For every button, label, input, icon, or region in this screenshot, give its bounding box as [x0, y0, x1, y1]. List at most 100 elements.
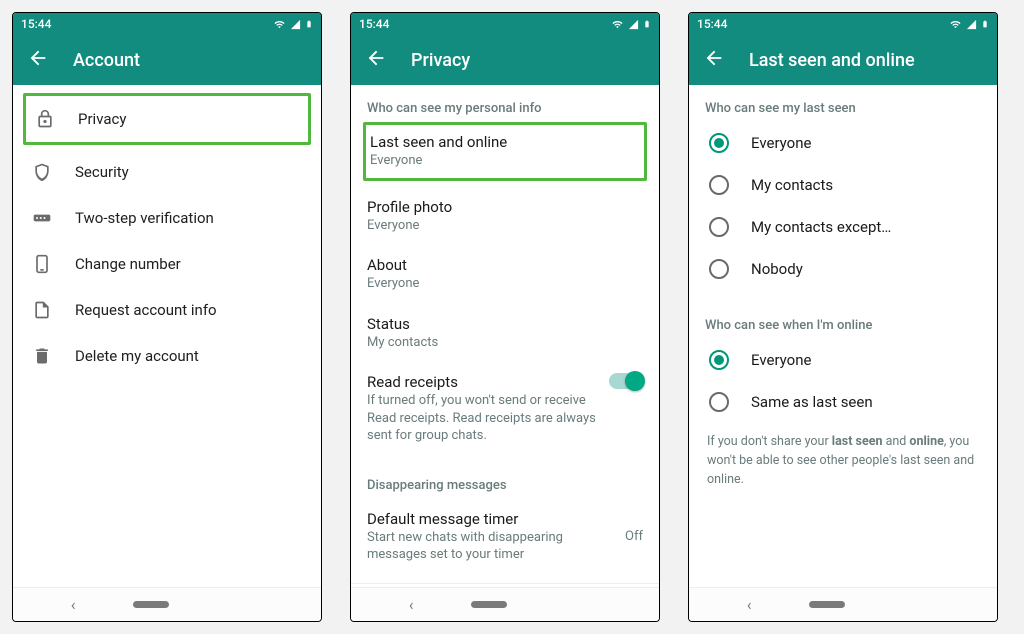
account-item-delete[interactable]: Delete my account: [13, 333, 321, 379]
radio-icon: [709, 392, 729, 412]
read-receipts-toggle[interactable]: [609, 373, 643, 389]
status-bar: 15:44: [13, 13, 321, 35]
radio-my-contacts[interactable]: My contacts: [689, 164, 997, 206]
app-bar: Privacy: [351, 35, 659, 85]
back-button[interactable]: [27, 47, 49, 73]
battery-icon: [305, 18, 313, 30]
radio-online-same[interactable]: Same as last seen: [689, 381, 997, 423]
section-who-can-see: Who can see my personal info: [351, 85, 659, 122]
nav-back[interactable]: ‹: [747, 595, 752, 614]
section-disappearing: Disappearing messages: [351, 456, 659, 499]
back-arrow-icon: [703, 47, 725, 69]
setting-sub: Start new chats with disappearing messag…: [367, 529, 615, 564]
account-item-change-number[interactable]: Change number: [13, 241, 321, 287]
status-time: 15:44: [359, 17, 389, 31]
signal-icon: [966, 19, 977, 30]
setting-title: Last seen and online: [370, 133, 640, 151]
page-title: Last seen and online: [749, 50, 915, 71]
radio-label: Everyone: [751, 351, 811, 369]
back-arrow-icon: [365, 47, 387, 69]
setting-sub: Everyone: [367, 217, 643, 235]
account-item-request-info[interactable]: Request account info: [13, 287, 321, 333]
radio-icon: [709, 350, 729, 370]
setting-sub: Everyone: [367, 275, 643, 293]
wifi-icon: [949, 19, 962, 30]
setting-status[interactable]: Status My contacts: [351, 304, 659, 363]
content-area: Who can see my last seen Everyone My con…: [689, 85, 997, 587]
section-last-seen: Who can see my last seen: [689, 85, 997, 122]
highlight-last-seen: Last seen and online Everyone: [363, 122, 647, 181]
phone-icon: [32, 254, 52, 274]
back-button[interactable]: [365, 47, 387, 73]
radio-label: My contacts except…: [751, 218, 891, 236]
radio-online-everyone[interactable]: Everyone: [689, 339, 997, 381]
page-title: Account: [73, 50, 140, 71]
account-item-privacy[interactable]: Privacy: [26, 96, 304, 142]
radio-label: Everyone: [751, 134, 811, 152]
nav-bar: ‹: [351, 587, 659, 621]
setting-title: Profile photo: [367, 198, 643, 216]
radio-icon: [709, 259, 729, 279]
radio-icon: [709, 175, 729, 195]
document-icon: [32, 300, 52, 320]
account-item-label: Request account info: [75, 301, 217, 319]
account-item-two-step[interactable]: Two-step verification: [13, 195, 321, 241]
setting-title: Default message timer: [367, 510, 615, 528]
setting-default-timer[interactable]: Default message timer Start new chats wi…: [351, 499, 659, 575]
setting-last-seen[interactable]: Last seen and online Everyone: [366, 125, 644, 178]
highlight-privacy: Privacy: [23, 93, 311, 145]
nav-bar: ‹: [13, 587, 321, 621]
status-time: 15:44: [697, 17, 727, 31]
nav-home[interactable]: [809, 601, 845, 608]
note-text: If you don't share your last seen and on…: [689, 423, 997, 499]
setting-value: Off: [625, 529, 643, 544]
battery-icon: [643, 18, 651, 30]
status-bar: 15:44: [689, 13, 997, 35]
nav-home[interactable]: [471, 601, 507, 608]
app-bar: Last seen and online: [689, 35, 997, 85]
battery-icon: [981, 18, 989, 30]
status-icons: [611, 18, 651, 30]
setting-sub: If turned off, you won't send or receive…: [367, 392, 599, 445]
phone-lastseen: 15:44 Last seen and online Who can see m…: [688, 12, 998, 622]
nav-home[interactable]: [133, 601, 169, 608]
radio-everyone[interactable]: Everyone: [689, 122, 997, 164]
radio-label: My contacts: [751, 176, 833, 194]
radio-my-contacts-except[interactable]: My contacts except…: [689, 206, 997, 248]
section-online: Who can see when I'm online: [689, 290, 997, 339]
signal-icon: [290, 19, 301, 30]
signal-icon: [628, 19, 639, 30]
trash-icon: [32, 346, 52, 366]
lock-icon: [35, 109, 55, 129]
status-bar: 15:44: [351, 13, 659, 35]
page-title: Privacy: [411, 50, 470, 71]
nav-back[interactable]: ‹: [71, 595, 76, 614]
status-icons: [273, 18, 313, 30]
setting-sub: My contacts: [367, 334, 643, 352]
account-item-security[interactable]: Security: [13, 149, 321, 195]
app-bar: Account: [13, 35, 321, 85]
account-item-label: Delete my account: [75, 347, 199, 365]
back-button[interactable]: [703, 47, 725, 73]
radio-icon: [709, 217, 729, 237]
wifi-icon: [273, 19, 286, 30]
setting-profile-photo[interactable]: Profile photo Everyone: [351, 187, 659, 246]
account-item-label: Security: [75, 163, 129, 181]
phone-account: 15:44 Account Privacy Security Two-step …: [12, 12, 322, 622]
phone-privacy: 15:44 Privacy Who can see my personal in…: [350, 12, 660, 622]
setting-title: Status: [367, 315, 643, 333]
status-icons: [949, 18, 989, 30]
content-area[interactable]: Who can see my personal info Last seen a…: [351, 85, 659, 587]
setting-read-receipts[interactable]: Read receipts If turned off, you won't s…: [351, 362, 659, 456]
radio-label: Nobody: [751, 260, 803, 278]
password-icon: [32, 208, 52, 228]
setting-title: Read receipts: [367, 373, 599, 391]
nav-back[interactable]: ‹: [409, 595, 414, 614]
back-arrow-icon: [27, 47, 49, 69]
setting-about[interactable]: About Everyone: [351, 245, 659, 304]
account-item-label: Two-step verification: [75, 209, 214, 227]
status-time: 15:44: [21, 17, 51, 31]
content-area: Privacy Security Two-step verification C…: [13, 85, 321, 587]
radio-nobody[interactable]: Nobody: [689, 248, 997, 290]
radio-label: Same as last seen: [751, 393, 873, 411]
